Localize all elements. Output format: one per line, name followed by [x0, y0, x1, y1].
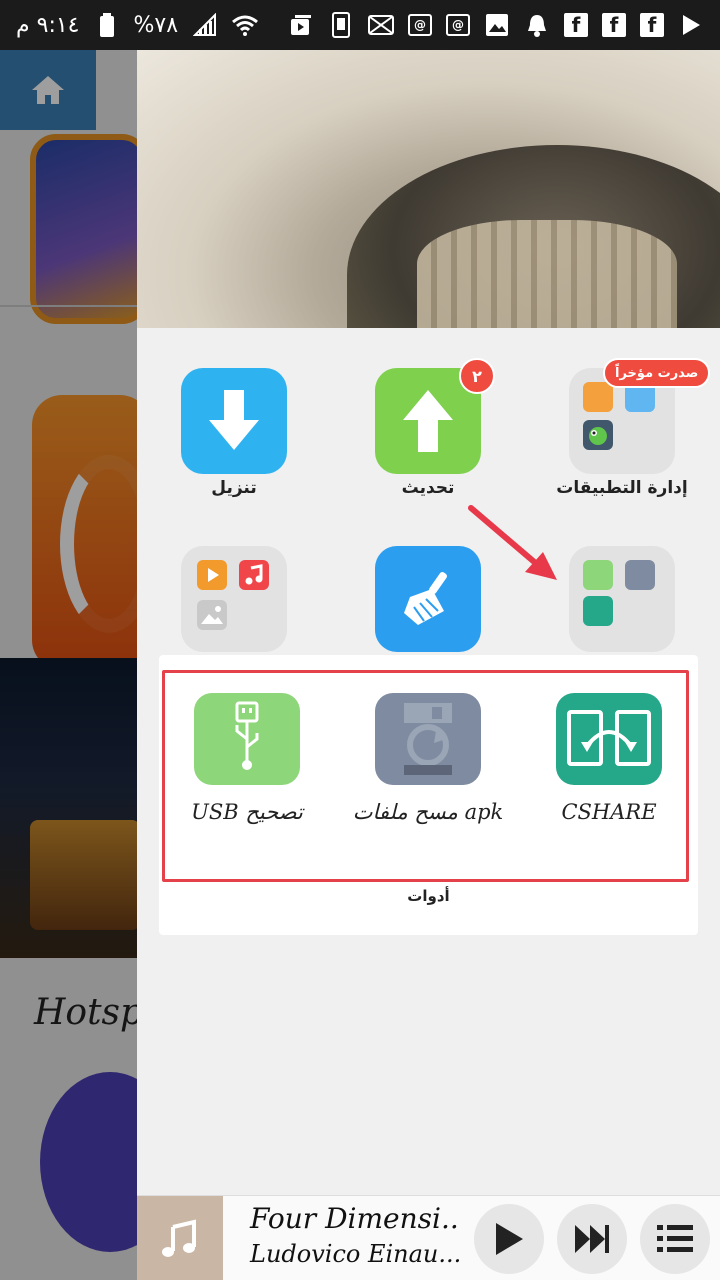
media-folder-tile[interactable]: [181, 546, 287, 652]
cshare-icon: [567, 710, 651, 766]
app-management-label: إدارة التطبيقات: [556, 478, 688, 498]
apk-clean-button[interactable]: [375, 693, 481, 785]
download-label: تنزيل: [211, 478, 257, 498]
wifi-icon: [232, 12, 259, 38]
phone-notification-icon: [328, 12, 354, 38]
music-mini-icon: [239, 560, 269, 590]
next-button[interactable]: [557, 1204, 627, 1274]
update-count-badge: ٢: [459, 358, 495, 394]
header-image: [137, 50, 720, 328]
mail-notification-icon: [368, 12, 394, 38]
video-mini-icon: [197, 560, 227, 590]
usb-debug-button[interactable]: [194, 693, 300, 785]
clock: ٩:١٤ م: [16, 12, 80, 38]
cshare-mini-icon: [583, 596, 613, 626]
download-tile[interactable]: [181, 368, 287, 474]
drawer-panel: تنزيل ٢ تحديث صدرت مؤخراً إدارة التطبيقا…: [137, 50, 720, 1280]
photo-mini-icon: [197, 600, 227, 630]
status-notifications: @ @ f f f: [288, 12, 704, 38]
music-player-bar[interactable]: Four Dimensi.. Ludovico Einau...: [137, 1195, 720, 1280]
play-button[interactable]: [474, 1204, 544, 1274]
facebook-icon: f: [564, 13, 588, 37]
email-notification-icon-2: @: [446, 14, 470, 36]
bell-icon: [524, 12, 550, 38]
floppy-clean-icon: [392, 703, 464, 775]
tools-folder-tile[interactable]: [569, 546, 675, 652]
battery-percent: %٧٨: [133, 12, 179, 38]
status-left: ٩:١٤ م %٧٨: [16, 12, 259, 38]
download-icon: [209, 390, 259, 450]
chameleon-icon: [589, 427, 607, 445]
broom-icon: [404, 572, 447, 625]
new-release-badge: صدرت مؤخراً: [603, 358, 711, 388]
update-label: تحديث: [401, 478, 455, 498]
tools-popup: USB تصحيح مسح ملفات apk CSHARE أدوات: [159, 655, 698, 935]
album-cover[interactable]: [137, 1196, 223, 1280]
hero-town: [417, 220, 677, 328]
upload-arrow-icon: [403, 390, 453, 452]
signal-icon: [192, 12, 218, 38]
usb-icon: [235, 701, 259, 770]
play-icon: [496, 1223, 523, 1255]
playlist-button[interactable]: [640, 1204, 710, 1274]
tools-title: أدوات: [407, 887, 450, 905]
usb-debug-label: USB تصحيح: [191, 800, 303, 824]
battery-icon: [94, 12, 120, 38]
email-notification-icon: @: [408, 14, 432, 36]
track-title[interactable]: Four Dimensi..: [250, 1202, 459, 1235]
play-store-icon: [678, 12, 704, 38]
annotation-arrow: [468, 505, 557, 580]
image-notification-icon: [484, 12, 510, 38]
list-icon: [657, 1225, 693, 1252]
mini-app-chameleon: [583, 420, 613, 450]
mini-app-orange: [583, 382, 613, 412]
cshare-button[interactable]: [556, 693, 662, 785]
music-note-icon: [162, 1218, 196, 1257]
facebook-icon-2: f: [602, 13, 626, 37]
status-bar: ٩:١٤ م %٧٨ @ @ f f f: [0, 0, 720, 50]
apk-clean-label: مسح ملفات apk: [352, 800, 504, 824]
skip-next-icon: [575, 1225, 609, 1253]
track-artist[interactable]: Ludovico Einau...: [250, 1240, 461, 1268]
media-notification-icon: [288, 12, 314, 38]
floppy-mini-icon: [625, 560, 655, 590]
cshare-label: CSHARE: [561, 800, 657, 824]
usb-mini-icon: [583, 560, 613, 590]
facebook-icon-3: f: [640, 13, 664, 37]
